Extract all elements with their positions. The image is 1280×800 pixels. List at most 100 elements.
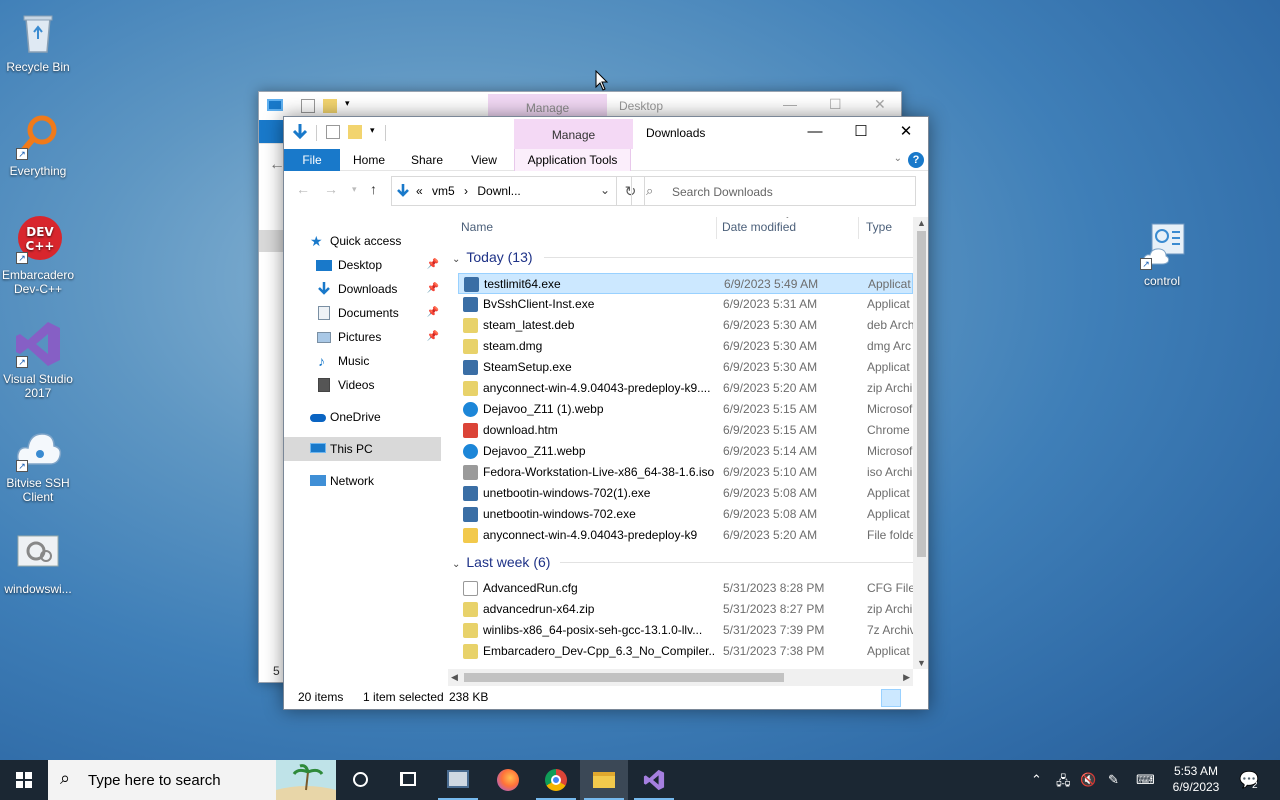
pen-workspace-icon[interactable]: ✎ — [1108, 772, 1119, 788]
network-status-icon[interactable]: 🖧 — [1056, 772, 1071, 794]
column-separator[interactable] — [716, 217, 717, 239]
tab-home[interactable]: Home — [344, 149, 394, 171]
title-bar[interactable]: ▾ Manage Downloads — ☐ ✕ — [284, 117, 928, 149]
breadcrumb-separator[interactable]: › — [464, 184, 468, 198]
file-row[interactable]: steam.dmg 6/9/2023 5:30 AM dmg Arc — [458, 336, 913, 357]
breadcrumb-downloads[interactable]: Downl... — [477, 184, 520, 198]
sidebar-item-network[interactable]: Network — [284, 469, 441, 493]
column-separator[interactable] — [858, 217, 859, 239]
taskbar-app-rdp[interactable] — [434, 760, 482, 800]
file-row[interactable]: anyconnect-win-4.9.04043-predeploy-k9...… — [458, 378, 913, 399]
scrollbar-thumb[interactable] — [917, 231, 926, 557]
touch-keyboard-icon[interactable]: ⌨ — [1136, 772, 1155, 788]
desktop-icon-windowswi[interactable]: windowswi... — [0, 530, 76, 596]
group-header-last-week[interactable]: ⌄ Last week (6) — [448, 552, 550, 572]
taskbar-app-visual-studio[interactable] — [630, 760, 678, 800]
sidebar-item-downloads[interactable]: Downloads 📌 — [284, 277, 441, 301]
manage-tab[interactable]: Manage — [488, 94, 607, 118]
forward-arrow-icon[interactable]: → — [324, 181, 338, 197]
desktop-icon-control[interactable]: ↗ control — [1124, 222, 1200, 288]
taskbar-clock[interactable]: 5:53 AM 6/9/2023 — [1164, 763, 1228, 795]
scroll-down-icon[interactable]: ▼ — [917, 658, 926, 668]
new-folder-icon[interactable] — [348, 125, 362, 139]
properties-icon[interactable] — [301, 99, 315, 113]
vertical-scrollbar[interactable]: ▲ ▼ — [913, 217, 928, 669]
task-view-cortana[interactable] — [336, 760, 384, 800]
file-row[interactable]: unetbootin-windows-702(1).exe 6/9/2023 5:… — [458, 483, 913, 504]
file-row[interactable]: steam_latest.deb 6/9/2023 5:30 AM deb Arch — [458, 315, 913, 336]
sidebar-item-pictures[interactable]: Pictures 📌 — [284, 325, 441, 349]
column-header-name[interactable]: Name — [461, 217, 716, 241]
tab-application-tools[interactable]: Application Tools — [514, 149, 631, 171]
search-input[interactable]: ⌕ Search Downloads — [631, 176, 916, 206]
column-header-date[interactable]: Date modified — [722, 217, 858, 241]
file-row[interactable]: AdvancedRun.cfg 5/31/2023 8:28 PM CFG File — [458, 578, 913, 599]
pin-icon[interactable]: 📌 — [427, 277, 439, 301]
sidebar-item-videos[interactable]: Videos — [284, 373, 441, 397]
file-row[interactable]: BvSshClient-Inst.exe 6/9/2023 5:31 AM Appl… — [458, 294, 913, 315]
sidebar-item-music[interactable]: ♪ Music — [284, 349, 441, 373]
file-row[interactable]: download.htm 6/9/2023 5:15 AM Chrome — [458, 420, 913, 441]
close-icon[interactable]: ✕ — [883, 117, 928, 147]
tab-share[interactable]: Share — [402, 149, 452, 171]
manage-tab[interactable]: Manage — [514, 119, 633, 149]
desktop-icon-devcpp[interactable]: DEV C++ ↗ Embarcadero Dev-C++ — [0, 216, 76, 296]
qat-dropdown-icon[interactable]: ▾ — [345, 98, 350, 109]
scroll-right-icon[interactable]: ▶ — [903, 672, 910, 683]
desktop-icon-everything[interactable]: ↗ Everything — [0, 112, 76, 178]
close-icon[interactable]: ✕ — [874, 96, 886, 113]
pin-icon[interactable]: 📌 — [427, 301, 439, 325]
file-row[interactable]: Dejavoo_Z11.webp 6/9/2023 5:14 AM Microsof — [458, 441, 913, 462]
address-bar[interactable]: « vm5 › Downl... ⌄ — [391, 176, 617, 206]
task-view-button[interactable] — [384, 760, 432, 800]
file-row[interactable]: SteamSetup.exe 6/9/2023 5:30 AM Applicat — [458, 357, 913, 378]
tab-file[interactable]: File — [284, 149, 340, 171]
file-list[interactable]: Name ⌄ Date modified Type ⌄ Today (13) te… — [448, 217, 913, 669]
volume-muted-icon[interactable]: 🔇 — [1080, 772, 1096, 788]
scrollbar-thumb[interactable] — [464, 673, 784, 682]
properties-icon[interactable] — [326, 125, 340, 139]
help-icon[interactable]: ? — [908, 152, 924, 168]
explorer-window-downloads[interactable]: ▾ Manage Downloads — ☐ ✕ File Home Share… — [283, 116, 929, 710]
new-folder-icon[interactable] — [323, 99, 337, 113]
address-dropdown-icon[interactable]: ⌄ — [600, 183, 610, 197]
taskbar-app-file-explorer[interactable] — [580, 760, 628, 800]
scroll-up-icon[interactable]: ▲ — [917, 218, 926, 228]
maximize-icon[interactable]: ☐ — [838, 117, 884, 147]
maximize-icon[interactable]: ☐ — [829, 96, 842, 113]
file-row[interactable]: winlibs-x86_64-posix-seh-gcc-13.1.0-llv.… — [458, 620, 913, 641]
back-arrow-icon[interactable]: ← — [296, 181, 310, 197]
file-tab-partial[interactable] — [259, 120, 283, 144]
taskbar-search-input[interactable]: ⌕ Type here to search — [48, 760, 336, 800]
group-header-today[interactable]: ⌄ Today (13) — [448, 247, 533, 267]
show-hidden-icons-chevron-icon[interactable]: ⌃ — [1031, 772, 1042, 788]
start-button[interactable] — [0, 760, 48, 800]
tab-view[interactable]: View — [460, 149, 508, 171]
minimize-icon[interactable]: — — [783, 96, 797, 112]
taskbar-app-firefox[interactable] — [484, 760, 532, 800]
column-header-type[interactable]: Type — [866, 217, 913, 241]
up-arrow-icon[interactable]: ↑ — [370, 181, 377, 197]
sidebar-item-documents[interactable]: Documents 📌 — [284, 301, 441, 325]
taskbar-app-chrome[interactable] — [532, 760, 580, 800]
details-view-icon[interactable] — [881, 689, 901, 707]
file-row[interactable]: Fedora-Workstation-Live-x86_64-38-1.6.is… — [458, 462, 913, 483]
sidebar-item-this-pc[interactable]: This PC — [284, 437, 441, 461]
pin-icon[interactable]: 📌 — [427, 253, 439, 277]
qat-dropdown-icon[interactable]: ▾ — [370, 125, 375, 136]
desktop-icon-visual-studio[interactable]: ↗ Visual Studio 2017 — [0, 320, 76, 400]
desktop-icon-bitvise[interactable]: ↗ Bitvise SSH Client — [0, 424, 76, 504]
horizontal-scrollbar[interactable]: ◀ ▶ — [448, 669, 913, 686]
breadcrumb-overflow[interactable]: « — [416, 184, 423, 198]
pin-icon[interactable]: 📌 — [427, 325, 439, 349]
file-row[interactable]: anyconnect-win-4.9.04043-predeploy-k9 6/9… — [458, 525, 913, 546]
desktop-icon-recycle-bin[interactable]: Recycle Bin — [0, 8, 76, 74]
file-row[interactable]: unetbootin-windows-702.exe 6/9/2023 5:08 … — [458, 504, 913, 525]
recent-locations-icon[interactable]: ▾ — [352, 184, 357, 195]
breadcrumb-vm5[interactable]: vm5 — [432, 184, 455, 198]
sidebar-item-onedrive[interactable]: OneDrive — [284, 405, 441, 429]
file-row[interactable]: Embarcadero_Dev-Cpp_6.3_No_Compiler... 5/… — [458, 641, 913, 662]
sidebar-item-desktop[interactable]: Desktop 📌 — [284, 253, 441, 277]
large-icons-view-icon[interactable] — [903, 689, 923, 707]
minimize-icon[interactable]: — — [792, 117, 838, 147]
